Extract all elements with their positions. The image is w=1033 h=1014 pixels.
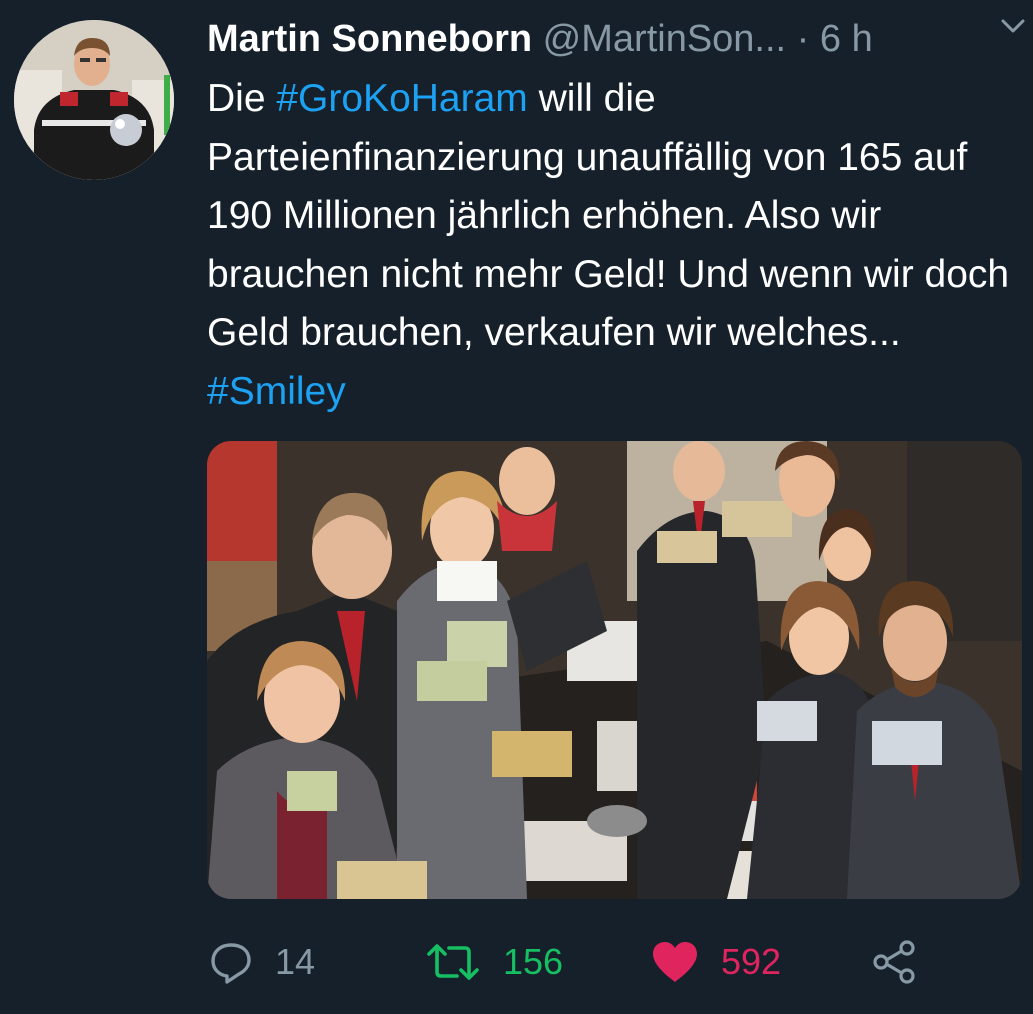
like-button[interactable]: 592 <box>651 930 781 994</box>
tweet-header: Martin Sonneborn @MartinSon... · 6 h <box>207 16 1022 66</box>
avatar[interactable] <box>14 20 174 180</box>
handle[interactable]: @MartinSon... <box>543 18 786 60</box>
retweet-icon <box>427 944 479 980</box>
retweet-button[interactable]: 156 <box>425 930 563 994</box>
reply-count: 14 <box>275 941 316 982</box>
tweet-text-part: Die <box>207 77 277 120</box>
tweet-text: Die #GroKoHaram will die Parteienfinanzi… <box>207 70 1022 422</box>
reply-button[interactable]: 14 <box>209 930 315 994</box>
like-count: 592 <box>721 941 782 982</box>
separator-dot: · <box>796 18 810 60</box>
share-button[interactable] <box>871 930 919 994</box>
tweet[interactable]: Martin Sonneborn @MartinSon... · 6 h Die… <box>0 0 1033 1014</box>
hashtag-link[interactable]: #Smiley <box>207 370 346 413</box>
chevron-down-icon[interactable] <box>999 16 1027 36</box>
tweet-photo[interactable] <box>207 441 1022 899</box>
share-icon <box>873 940 915 984</box>
retweet-count: 156 <box>503 941 564 982</box>
timestamp[interactable]: 6 h <box>820 18 873 60</box>
heart-icon <box>653 942 697 982</box>
photo-image <box>207 441 1022 899</box>
avatar-image <box>14 20 174 180</box>
display-name[interactable]: Martin Sonneborn <box>207 18 532 60</box>
tweet-actions: 14 156 592 <box>207 930 1022 994</box>
hashtag-link[interactable]: #GroKoHaram <box>276 77 527 120</box>
reply-icon <box>211 943 251 984</box>
